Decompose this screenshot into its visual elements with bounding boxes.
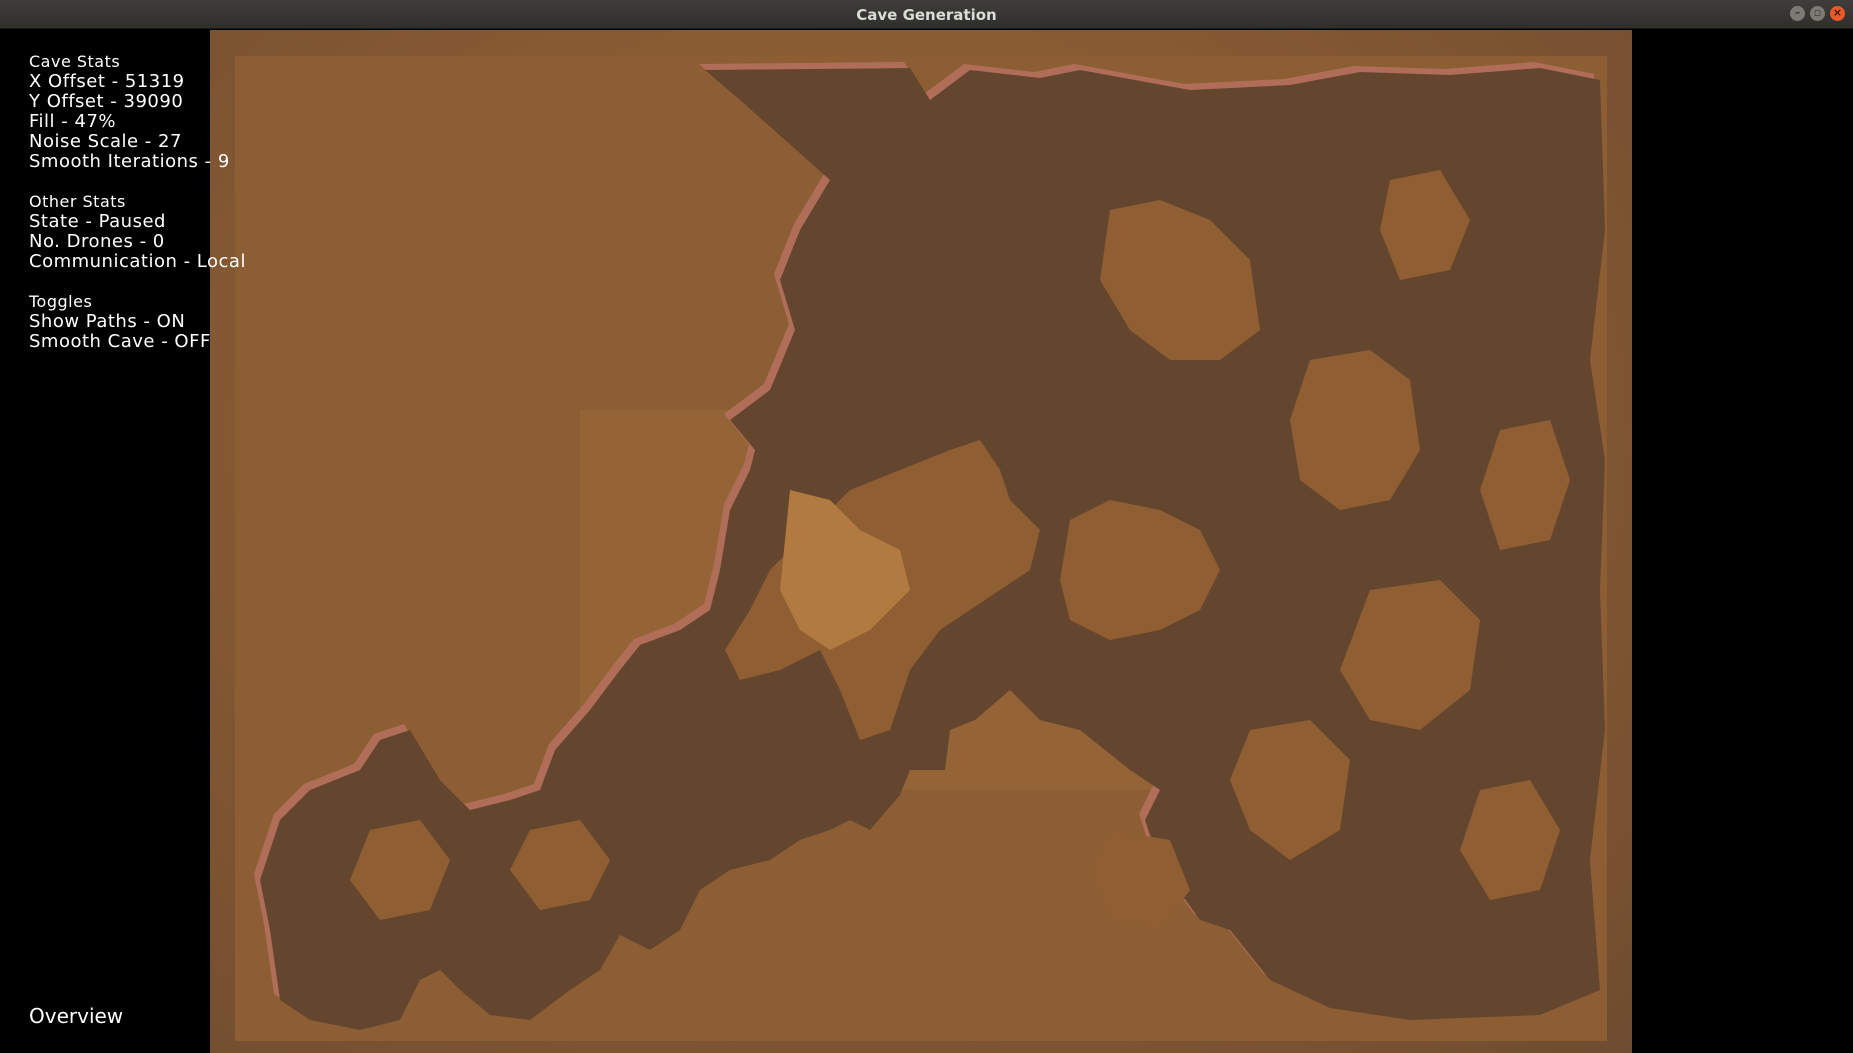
window-titlebar: Cave Generation – ▫ ×: [0, 0, 1853, 29]
show-paths-toggle: Show Paths - ON: [29, 311, 186, 332]
maximize-icon: ▫: [1813, 6, 1822, 19]
stats-panel: Cave Stats X Offset - 51319 Y Offset - 3…: [29, 52, 246, 372]
fill-stat: Fill - 47%: [29, 111, 116, 132]
view-mode-label: Overview: [29, 1004, 124, 1028]
maximize-button[interactable]: ▫: [1810, 6, 1825, 21]
drones-stat: No. Drones - 0: [29, 231, 165, 252]
cave-stats-section: Cave Stats X Offset - 51319 Y Offset - 3…: [29, 52, 246, 172]
y-offset-stat: Y Offset - 39090: [29, 91, 184, 112]
x-offset-stat: X Offset - 51319: [29, 71, 185, 92]
smooth-cave-toggle: Smooth Cave - OFF: [29, 331, 211, 352]
minimize-icon: –: [1794, 6, 1801, 19]
other-stats-heading: Other Stats: [29, 192, 126, 211]
toggles-section: Toggles Show Paths - ON Smooth Cave - OF…: [29, 292, 246, 352]
noise-scale-stat: Noise Scale - 27: [29, 131, 182, 152]
close-icon: ×: [1832, 6, 1843, 19]
window-title: Cave Generation: [856, 6, 997, 24]
communication-stat: Communication - Local: [29, 251, 246, 272]
cave-stats-heading: Cave Stats: [29, 52, 121, 71]
state-stat: State - Paused: [29, 211, 166, 232]
toggles-heading: Toggles: [29, 292, 93, 311]
close-button[interactable]: ×: [1830, 6, 1845, 21]
cave-viewport[interactable]: [210, 30, 1632, 1053]
minimize-button[interactable]: –: [1790, 6, 1805, 21]
cave-render: [235, 56, 1607, 1041]
smooth-iterations-stat: Smooth Iterations - 9: [29, 151, 230, 172]
other-stats-section: Other Stats State - Paused No. Drones - …: [29, 192, 246, 272]
